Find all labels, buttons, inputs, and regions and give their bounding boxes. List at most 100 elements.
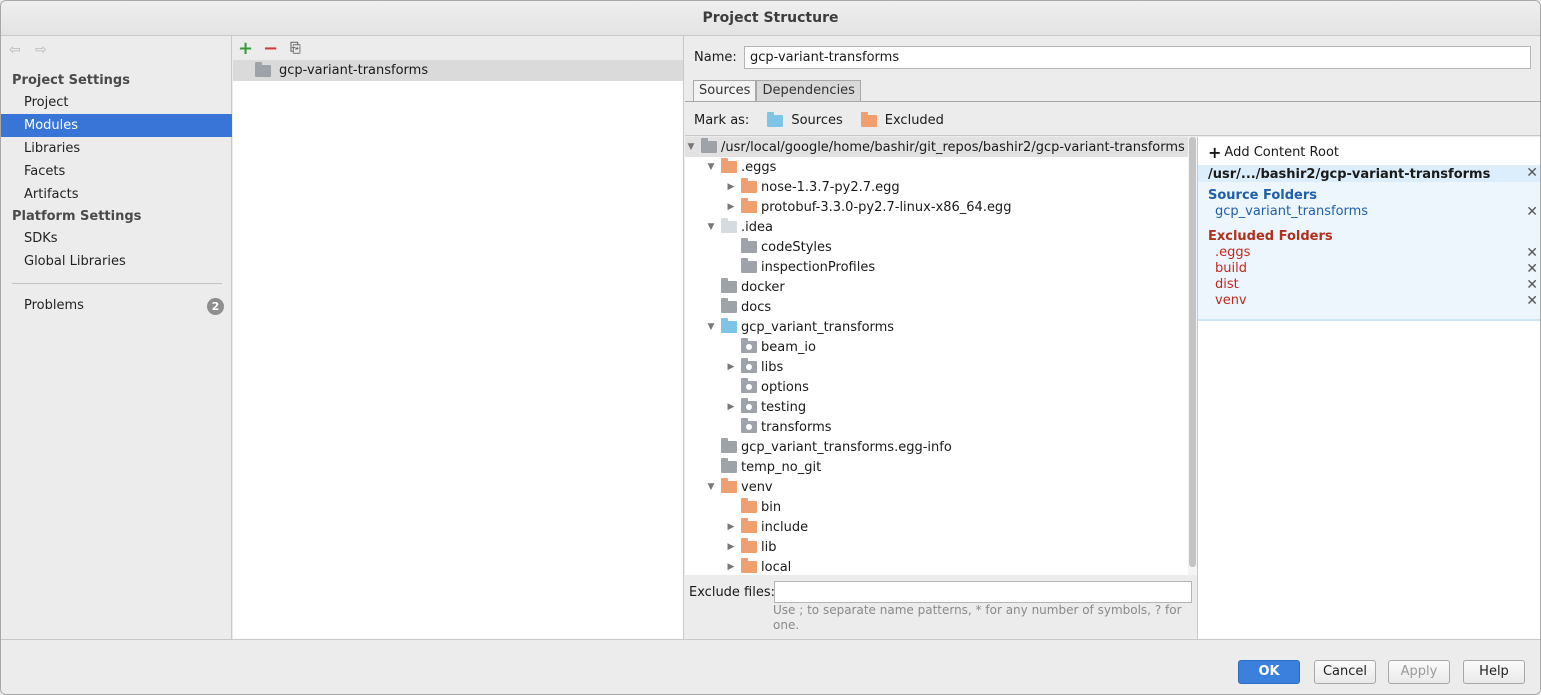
sidebar-item-global-libraries[interactable]: Global Libraries — [1, 250, 232, 273]
tree-row[interactable]: ▶ nose-1.3.7-py2.7.egg — [685, 177, 1188, 197]
expand-arrow-icon[interactable]: ▶ — [725, 522, 737, 532]
module-name-input[interactable]: gcp-variant-transforms — [744, 46, 1531, 69]
tree-row[interactable]: gcp_variant_transforms.egg-info — [685, 437, 1188, 457]
cancel-button[interactable]: Cancel — [1314, 660, 1376, 684]
excluded-folder-icon — [741, 198, 757, 213]
module-label: gcp-variant-transforms — [279, 63, 429, 78]
tree-row[interactable]: beam_io — [685, 337, 1188, 357]
plus-icon[interactable]: + — [237, 39, 254, 57]
mark-excluded-button[interactable]: Excluded — [857, 111, 944, 128]
collapse-arrow-icon[interactable]: ▼ — [705, 482, 717, 492]
collapse-arrow-icon[interactable]: ▼ — [685, 142, 697, 152]
tree-row[interactable]: ▼ .eggs — [685, 157, 1188, 177]
ok-button[interactable]: OK — [1238, 660, 1300, 684]
close-icon[interactable]: ✕ — [1526, 277, 1538, 293]
sidebar-item-modules[interactable]: Modules — [1, 114, 232, 137]
expand-arrow-icon[interactable]: ▶ — [725, 562, 737, 572]
tree-scrollbar[interactable] — [1188, 137, 1197, 575]
excluded-folder-icon — [741, 498, 757, 513]
dialog-title: Project Structure — [1, 1, 1540, 36]
add-content-root-label: Add Content Root — [1224, 145, 1339, 160]
excluded-folder-item[interactable]: .eggs — [1215, 245, 1250, 260]
tree-label: options — [761, 379, 809, 395]
tree-row[interactable]: bin — [685, 497, 1188, 517]
tree-row[interactable]: docker — [685, 277, 1188, 297]
folder-tree: ▼ /usr/local/google/home/bashir/git_repos… — [685, 137, 1189, 575]
excluded-folder-item[interactable]: build — [1215, 261, 1247, 276]
tree-row[interactable]: temp_no_git — [685, 457, 1188, 477]
close-icon[interactable]: ✕ — [1526, 293, 1538, 309]
copy-icon[interactable]: ⎘ — [287, 40, 304, 57]
tree-row[interactable]: ▶ lib — [685, 537, 1188, 557]
tree-label: libs — [761, 359, 784, 375]
expand-arrow-icon[interactable]: ▶ — [725, 182, 737, 192]
tree-label: gcp_variant_transforms.egg-info — [741, 439, 952, 455]
help-button[interactable]: Help — [1463, 660, 1525, 684]
expand-arrow-icon[interactable]: ▶ — [725, 202, 737, 212]
tree-row[interactable]: inspectionProfiles — [685, 257, 1188, 277]
excluded-folder-icon — [721, 478, 737, 493]
expand-arrow-icon[interactable]: ▶ — [725, 542, 737, 552]
collapse-arrow-icon[interactable]: ▼ — [705, 222, 717, 232]
tab-dependencies[interactable]: Dependencies — [756, 80, 861, 102]
close-icon[interactable]: ✕ — [1526, 204, 1538, 220]
close-icon[interactable]: ✕ — [1526, 245, 1538, 261]
close-icon[interactable]: ✕ — [1526, 261, 1538, 277]
tree-row[interactable]: ▼ venv — [685, 477, 1188, 497]
module-item[interactable]: gcp-variant-transforms — [233, 60, 683, 81]
apply-button[interactable]: Apply — [1388, 660, 1450, 684]
tree-row[interactable]: ▶ include — [685, 517, 1188, 537]
module-editor: Name: gcp-variant-transforms Sources Dep… — [685, 36, 1540, 639]
tree-row[interactable]: ▼ gcp_variant_transforms — [685, 317, 1188, 337]
tree-label: venv — [741, 479, 773, 495]
tree-label: lib — [761, 539, 777, 555]
tree-row[interactable]: transforms — [685, 417, 1188, 437]
arrow-right-icon[interactable]: ⇨ — [35, 42, 51, 58]
module-folder-icon — [255, 61, 271, 77]
tree-row[interactable]: ▼ .idea — [685, 217, 1188, 237]
add-content-root-button[interactable]: + Add Content Root — [1208, 143, 1339, 162]
collapse-arrow-icon[interactable]: ▼ — [705, 322, 717, 332]
tree-row[interactable]: ▶ libs — [685, 357, 1188, 377]
sidebar-item-libraries[interactable]: Libraries — [1, 137, 232, 160]
sidebar-item-sdks[interactable]: SDKs — [1, 227, 232, 250]
tree-row[interactable]: ▶ local — [685, 557, 1188, 575]
excluded-folder-item[interactable]: venv — [1215, 293, 1247, 308]
collapse-arrow-icon[interactable]: ▼ — [705, 162, 717, 172]
tree-row[interactable]: codeStyles — [685, 237, 1188, 257]
expand-arrow-icon[interactable]: ▶ — [725, 362, 737, 372]
package-folder-icon — [741, 338, 757, 353]
tree-row[interactable]: ▶ testing — [685, 397, 1188, 417]
sidebar-item-facets[interactable]: Facets — [1, 160, 232, 183]
tree-row[interactable]: ▶ protobuf-3.3.0-py2.7-linux-x86_64.egg — [685, 197, 1188, 217]
tree-row[interactable]: ▼ /usr/local/google/home/bashir/git_repos… — [685, 137, 1188, 157]
mark-as-label: Mark as: — [694, 113, 750, 128]
tree-label: testing — [761, 399, 807, 415]
modules-toolbar: + − ⎘ — [233, 36, 683, 60]
problems-label: Problems — [24, 298, 84, 313]
minus-icon[interactable]: − — [262, 39, 279, 57]
exclude-files-input[interactable] — [774, 581, 1192, 603]
excluded-folder-item[interactable]: dist — [1215, 277, 1239, 292]
folder-icon — [721, 458, 737, 473]
scroll-thumb[interactable] — [1189, 137, 1196, 567]
sidebar-item-artifacts[interactable]: Artifacts — [1, 183, 232, 206]
tree-label: .eggs — [741, 159, 777, 175]
tree-label: transforms — [761, 419, 832, 435]
close-icon[interactable]: ✕ — [1526, 165, 1538, 181]
tree-row[interactable]: options — [685, 377, 1188, 397]
source-folder-item[interactable]: gcp_variant_transforms — [1215, 204, 1368, 219]
name-label: Name: — [694, 50, 737, 65]
tree-label: local — [761, 559, 792, 575]
mark-sources-button[interactable]: Sources — [763, 111, 843, 128]
tree-label: codeStyles — [761, 239, 832, 255]
tab-sources[interactable]: Sources — [693, 80, 757, 102]
arrow-left-icon[interactable]: ⇦ — [9, 42, 25, 58]
sidebar-item-problems[interactable]: Problems 2 — [1, 294, 232, 317]
sidebar-item-project[interactable]: Project — [1, 91, 232, 114]
tree-row[interactable]: docs — [685, 297, 1188, 317]
sidebar-divider — [12, 283, 222, 284]
expand-arrow-icon[interactable]: ▶ — [725, 402, 737, 412]
package-folder-icon — [741, 398, 757, 413]
content-root-block: /usr/.../bashir2/gcp-variant-transforms … — [1198, 165, 1540, 321]
